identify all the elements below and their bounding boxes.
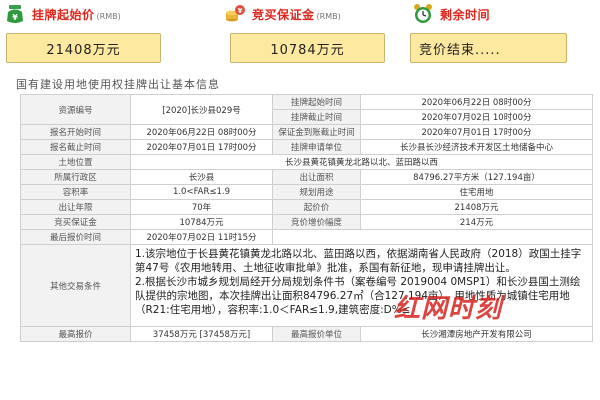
money-bag-icon: ¥ xyxy=(7,5,23,23)
deposit-label: 竞买保证金 (RMB) xyxy=(252,8,341,22)
deposit-deadline-value: 2020年07月01日 17时00分 xyxy=(360,124,593,140)
highest-bidder-value: 长沙湘潭房地产开发有限公司 xyxy=(360,326,593,342)
district-value: 长沙县 xyxy=(130,169,273,185)
increment-value: 214万元 xyxy=(360,214,593,230)
area-value: 84796.27平方米（127.194亩） xyxy=(360,169,593,185)
land-use-value: 住宅用地 xyxy=(360,184,593,200)
last-bid-time-key: 最后报价时间 xyxy=(20,229,131,245)
table-row: 容积率 1.0<FAR≤1.9 规划用途 住宅用地 xyxy=(20,184,593,200)
info-table: 资源编号 [2020]长沙县029号 挂牌起始时间 2020年06月22日 08… xyxy=(20,94,593,342)
condition-paragraph-2: 2.根据长沙市城乡规划局经开分局规划条件书（案卷编号 2019004 0MSP1… xyxy=(135,276,581,316)
table-row: 报名截止时间 2020年07月01日 17时00分 挂牌申请单位 长沙县长沙经济… xyxy=(20,139,593,155)
highest-bid-key: 最高报价 xyxy=(20,326,131,342)
other-conditions-key: 其他交易条件 xyxy=(20,244,131,327)
table-row: 出让年限 70年 起价价 21408万元 xyxy=(20,199,593,215)
empty-cell xyxy=(272,229,593,245)
signup-end-key: 报名截止时间 xyxy=(20,139,131,155)
table-row: 竞买保证金 10784万元 竞价增价幅度 214万元 xyxy=(20,214,593,230)
remaining-time-value: 竞价结束..... xyxy=(410,33,567,63)
svg-text:¥: ¥ xyxy=(12,13,18,22)
table-row: 报名开始时间 2020年06月22日 08时00分 保证金到账截止时间 2020… xyxy=(20,124,593,140)
deposit-value: 10784万元 xyxy=(230,33,385,63)
highest-bidder-key: 最高报价单位 xyxy=(272,326,361,342)
far-value: 1.0<FAR≤1.9 xyxy=(130,184,273,200)
highest-bid-value: 37458万元 [37458万元] xyxy=(130,326,273,342)
remaining-time-label: 剩余时间 xyxy=(440,8,491,22)
alarm-clock-icon xyxy=(414,4,432,23)
deposit-deadline-key: 保证金到账截止时间 xyxy=(272,124,361,140)
increment-key: 竞价增价幅度 xyxy=(272,214,361,230)
signup-start-key: 报名开始时间 xyxy=(20,124,131,140)
table-row: 土地位置 长沙县黄花镇黄龙北路以北、蓝田路以西 xyxy=(20,154,593,170)
resource-id-value: [2020]长沙县029号 xyxy=(130,94,273,125)
starting-price-key: 起价价 xyxy=(272,199,361,215)
listing-end-key: 挂牌截止时间 xyxy=(272,109,361,125)
start-price-value: 21408万元 xyxy=(6,33,161,63)
condition-paragraph-1: 1.该宗地位于长县黄花镇黄龙北路以北、蓝田路以西，依据湖南省人民政府（2018）… xyxy=(135,248,582,274)
table-row: 所属行政区 长沙县 出让面积 84796.27平方米（127.194亩） xyxy=(20,169,593,185)
section-title: 国有建设用地使用权挂牌出让基本信息 xyxy=(16,78,220,91)
start-price-label: 挂牌起始价 (RMB) xyxy=(32,8,121,22)
land-location-key: 土地位置 xyxy=(20,154,131,170)
listing-start-key: 挂牌起始时间 xyxy=(272,94,361,110)
district-key: 所属行政区 xyxy=(20,169,131,185)
far-key: 容积率 xyxy=(20,184,131,200)
applicant-key: 挂牌申请单位 xyxy=(272,139,361,155)
term-value: 70年 xyxy=(130,199,273,215)
table-row: 最高报价 37458万元 [37458万元] 最高报价单位 长沙湘潭房地产开发有… xyxy=(20,326,593,342)
bid-deposit-key: 竞买保证金 xyxy=(20,214,131,230)
term-key: 出让年限 xyxy=(20,199,131,215)
signup-start-value: 2020年06月22日 08时00分 xyxy=(130,124,273,140)
other-conditions-value: 1.该宗地位于长县黄花镇黄龙北路以北、蓝田路以西，依据湖南省人民政府（2018）… xyxy=(130,244,593,327)
starting-price-value: 21408万元 xyxy=(360,199,593,215)
stats-bar: ¥ 挂牌起始价 (RMB) 21408万元 ¥ 竞买保证金 (RMB) 10784万… xyxy=(0,0,600,66)
resource-id-key: 资源编号 xyxy=(20,94,131,125)
table-row: 资源编号 [2020]长沙县029号 挂牌起始时间 2020年06月22日 08… xyxy=(20,94,593,125)
land-use-key: 规划用途 xyxy=(272,184,361,200)
last-bid-time-value: 2020年07月02日 11时15分 xyxy=(130,229,273,245)
land-location-value: 长沙县黄花镇黄龙北路以北、蓝田路以西 xyxy=(130,154,593,170)
listing-end-value: 2020年07月02日 10时00分 xyxy=(360,109,593,125)
coins-deposit-icon: ¥ xyxy=(226,5,245,22)
signup-end-value: 2020年07月01日 17时00分 xyxy=(130,139,273,155)
table-row: 其他交易条件 1.该宗地位于长县黄花镇黄龙北路以北、蓝田路以西，依据湖南省人民政… xyxy=(20,244,593,327)
svg-text:¥: ¥ xyxy=(238,7,243,15)
bid-deposit-value: 10784万元 xyxy=(130,214,273,230)
table-row: 最后报价时间 2020年07月02日 11时15分 xyxy=(20,229,593,245)
listing-start-value: 2020年06月22日 08时00分 xyxy=(360,94,593,110)
applicant-value: 长沙县长沙经济技术开发区土地储备中心 xyxy=(360,139,593,155)
area-key: 出让面积 xyxy=(272,169,361,185)
